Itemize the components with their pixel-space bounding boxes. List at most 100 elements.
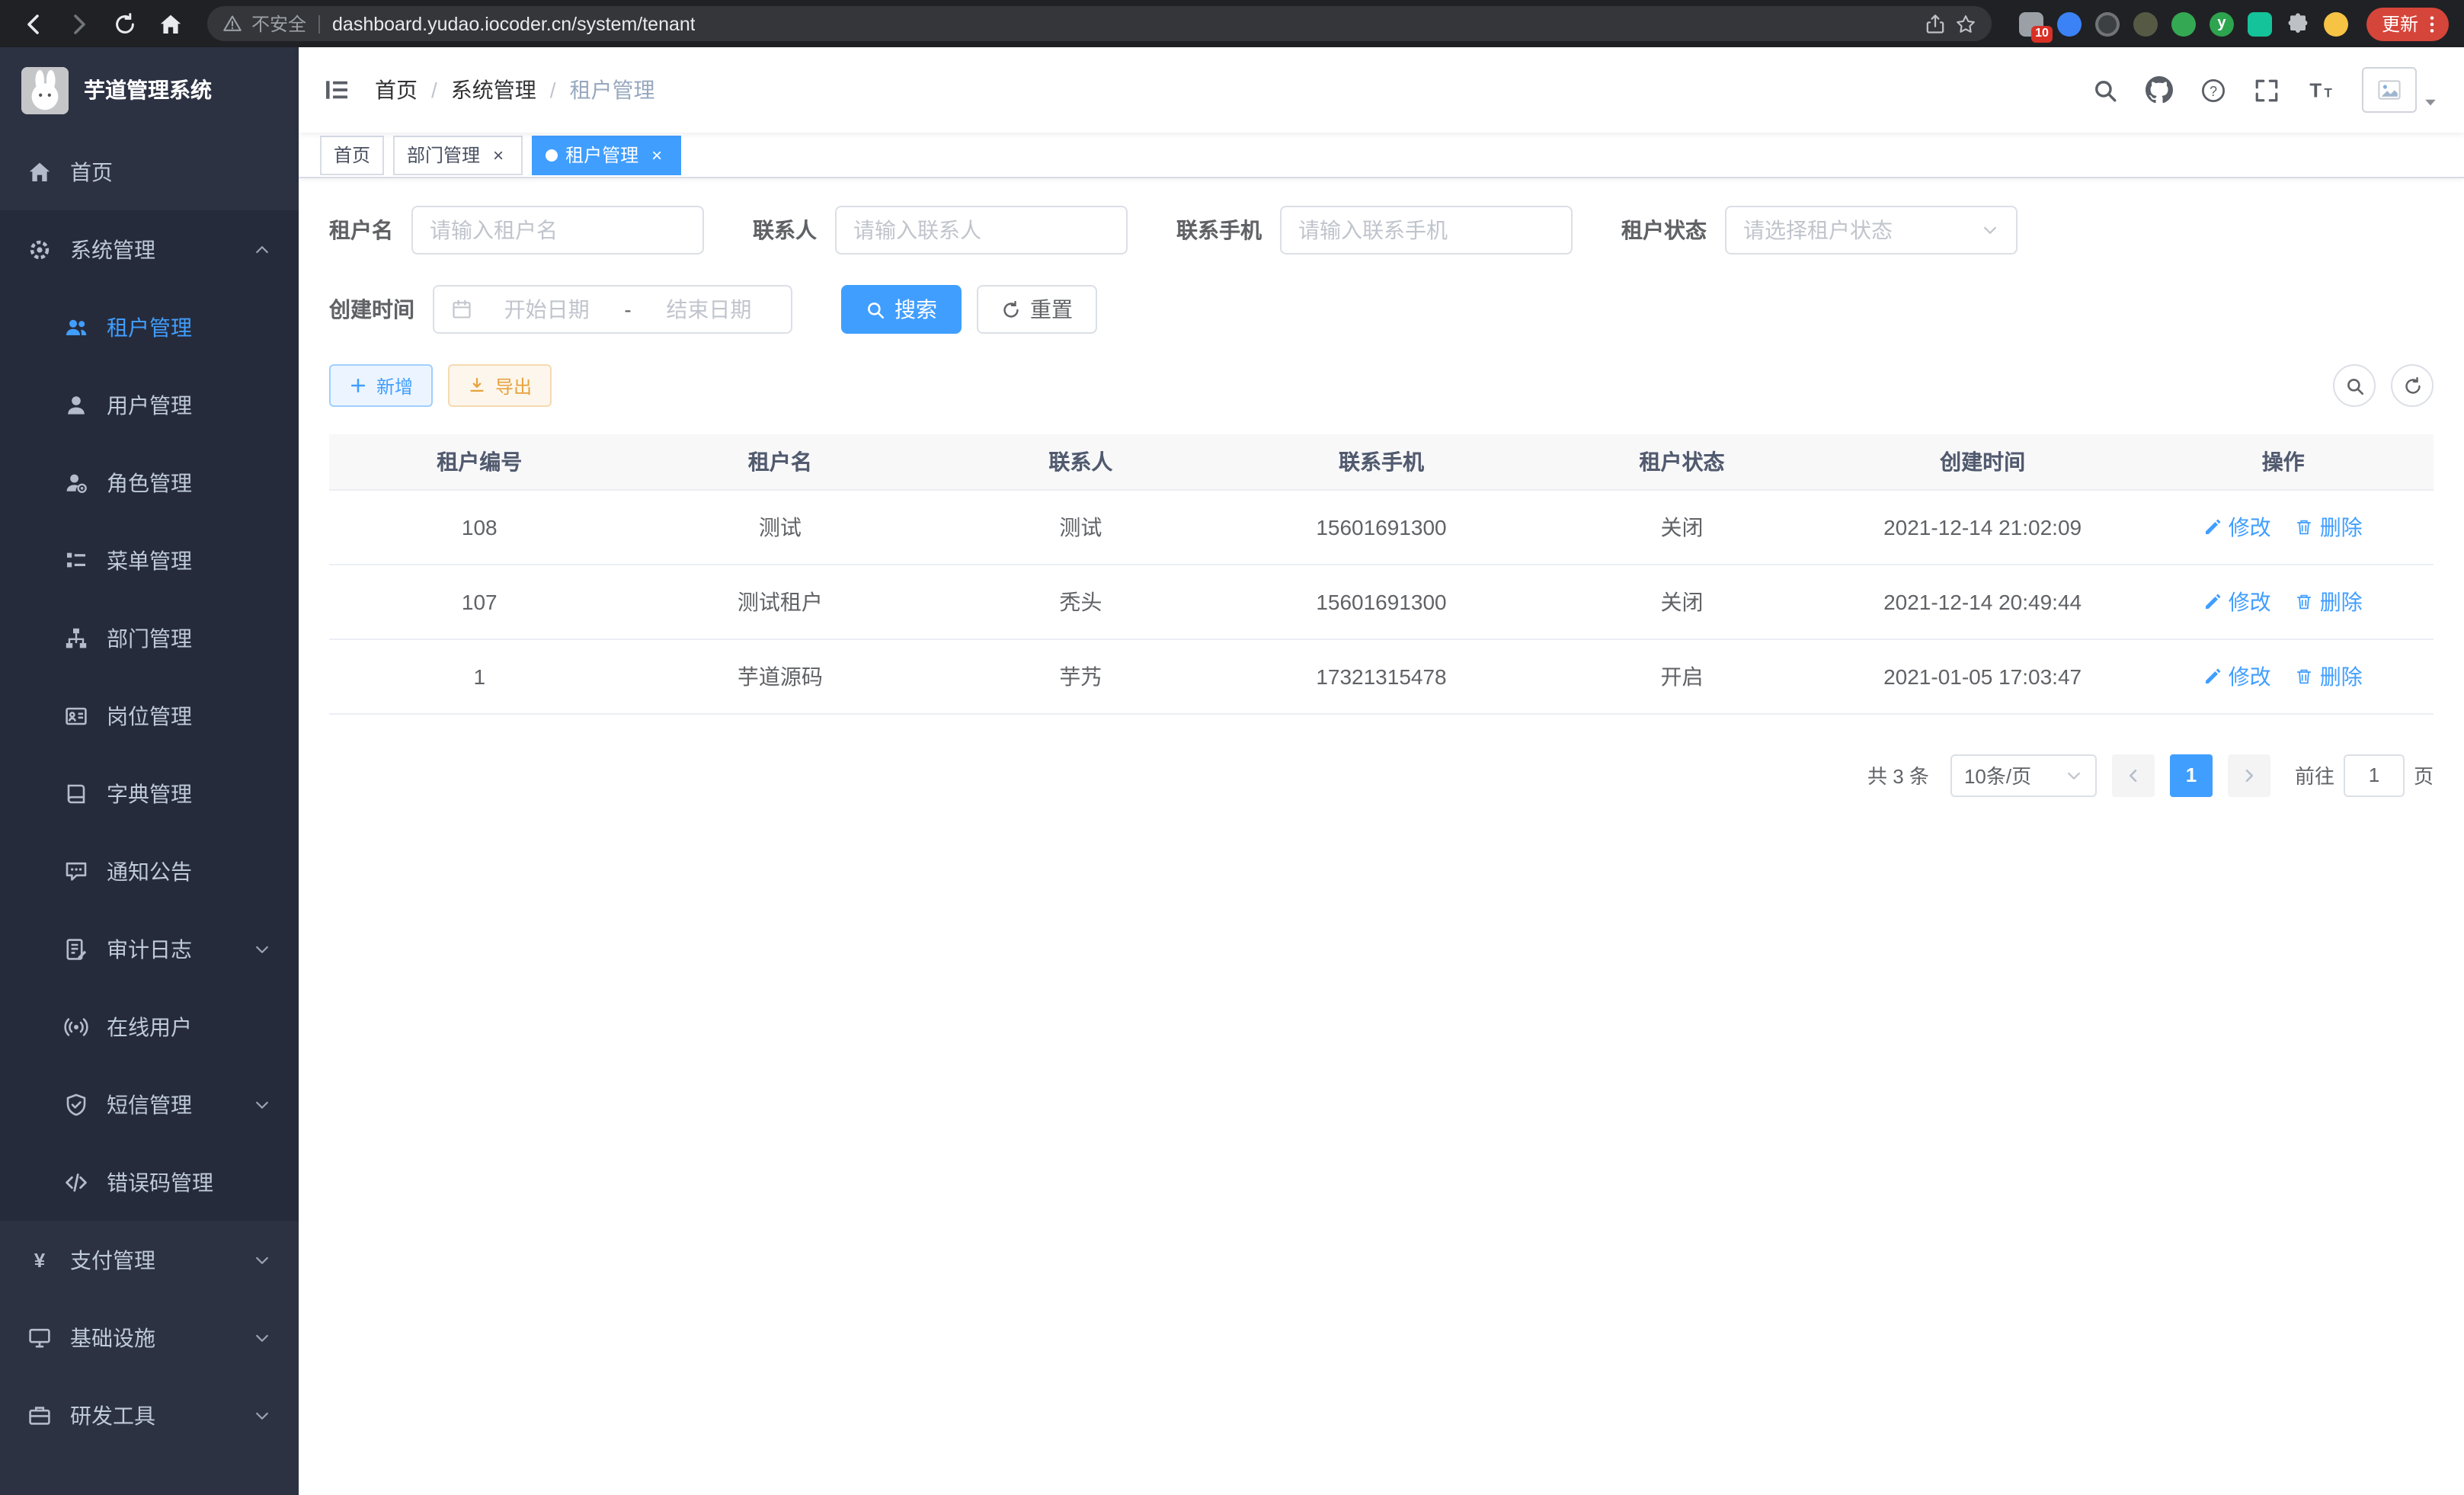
sidebar-item-label: 岗位管理 bbox=[107, 700, 192, 731]
extension-badge: 10 bbox=[2031, 25, 2053, 42]
extension-icon[interactable] bbox=[2171, 11, 2196, 36]
extensions-puzzle-icon[interactable] bbox=[2286, 11, 2310, 36]
refresh-table-button[interactable] bbox=[2391, 364, 2434, 407]
sidebar-item-label: 用户管理 bbox=[107, 389, 192, 420]
edit-link[interactable]: 修改 bbox=[2204, 586, 2271, 616]
sidebar-item-payment[interactable]: ¥ 支付管理 bbox=[0, 1221, 299, 1298]
sidebar-item-online-users[interactable]: 在线用户 bbox=[0, 988, 299, 1065]
delete-link[interactable]: 删除 bbox=[2296, 511, 2363, 542]
delete-label: 删除 bbox=[2320, 586, 2363, 616]
reset-button[interactable]: 重置 bbox=[977, 285, 1097, 334]
search-icon[interactable] bbox=[2092, 77, 2118, 103]
update-button[interactable]: 更新 bbox=[2366, 7, 2449, 40]
share-icon[interactable] bbox=[1925, 13, 1946, 34]
cell-id: 1 bbox=[329, 639, 630, 713]
bookmark-star-icon[interactable] bbox=[1955, 13, 1976, 34]
chevron-down-icon bbox=[253, 1095, 271, 1113]
cell-status: 关闭 bbox=[1531, 489, 1832, 564]
extension-icon[interactable]: 10 bbox=[2019, 11, 2043, 36]
role-icon bbox=[64, 470, 88, 495]
signal-icon bbox=[64, 1014, 88, 1039]
extension-icon[interactable]: y bbox=[2210, 11, 2234, 36]
status-select[interactable]: 请选择租户状态 bbox=[1725, 206, 2018, 255]
sidebar-item-label: 部门管理 bbox=[107, 623, 192, 653]
sidebar-item-notice[interactable]: 通知公告 bbox=[0, 832, 299, 910]
breadcrumb-home[interactable]: 首页 bbox=[375, 75, 418, 105]
browser-reload-button[interactable] bbox=[107, 5, 143, 42]
cell-name: 芋道源码 bbox=[630, 639, 931, 713]
date-range-picker[interactable]: 开始日期 - 结束日期 bbox=[433, 285, 792, 334]
sidebar-item-label: 通知公告 bbox=[107, 856, 192, 886]
delete-link[interactable]: 删除 bbox=[2296, 661, 2363, 691]
sidebar-item-home[interactable]: 首页 bbox=[0, 133, 299, 210]
user-avatar-menu[interactable] bbox=[2362, 67, 2440, 113]
extension-icon[interactable] bbox=[2248, 11, 2272, 36]
extension-icon[interactable] bbox=[2095, 11, 2120, 36]
monitor-icon bbox=[27, 1325, 52, 1349]
next-page-button[interactable] bbox=[2228, 754, 2270, 796]
sidebar-item-error-code[interactable]: 错误码管理 bbox=[0, 1143, 299, 1221]
sidebar-collapse-button[interactable] bbox=[323, 76, 350, 104]
sidebar-item-tenant[interactable]: 租户管理 bbox=[0, 288, 299, 366]
profile-avatar[interactable] bbox=[2324, 11, 2348, 36]
sidebar-item-label: 基础设施 bbox=[70, 1322, 155, 1353]
breadcrumb-current: 租户管理 bbox=[570, 75, 655, 105]
sidebar-item-sms[interactable]: 短信管理 bbox=[0, 1065, 299, 1143]
close-icon[interactable]: × bbox=[646, 144, 667, 165]
font-size-icon[interactable]: TT bbox=[2307, 76, 2334, 104]
page-size-value: 10条/页 bbox=[1964, 760, 2031, 789]
cell-contact: 芋艿 bbox=[930, 639, 1231, 713]
goto-page-input[interactable] bbox=[2344, 754, 2405, 796]
address-bar[interactable]: 不安全 dashboard.yudao.iocoder.cn/system/te… bbox=[207, 6, 1992, 41]
svg-text:?: ? bbox=[2210, 83, 2217, 98]
close-icon[interactable]: × bbox=[488, 144, 509, 165]
app-logo[interactable]: 芋道管理系统 bbox=[0, 47, 299, 133]
export-button[interactable]: 导出 bbox=[448, 364, 552, 407]
sidebar-item-label: 错误码管理 bbox=[107, 1167, 213, 1197]
browser-home-button[interactable] bbox=[152, 5, 189, 42]
mobile-input[interactable] bbox=[1298, 218, 1554, 242]
tenant-name-input[interactable] bbox=[430, 218, 686, 242]
sidebar-item-post[interactable]: 岗位管理 bbox=[0, 677, 299, 754]
edit-link[interactable]: 修改 bbox=[2204, 511, 2271, 542]
github-icon[interactable] bbox=[2146, 76, 2173, 104]
tab-dept[interactable]: 部门管理 × bbox=[393, 135, 523, 174]
sidebar-item-role[interactable]: 角色管理 bbox=[0, 443, 299, 521]
mobile-label: 联系手机 bbox=[1176, 215, 1262, 245]
browser-forward-button[interactable] bbox=[61, 5, 98, 42]
extension-icon[interactable] bbox=[2057, 11, 2082, 36]
edit-link[interactable]: 修改 bbox=[2204, 661, 2271, 691]
prev-page-button[interactable] bbox=[2112, 754, 2155, 796]
fullscreen-icon[interactable] bbox=[2254, 77, 2280, 103]
sidebar-item-user[interactable]: 用户管理 bbox=[0, 366, 299, 443]
sidebar-item-infra[interactable]: 基础设施 bbox=[0, 1298, 299, 1376]
back-icon bbox=[21, 11, 46, 36]
cell-id: 108 bbox=[329, 489, 630, 564]
sidebar-item-system[interactable]: 系统管理 bbox=[0, 210, 299, 288]
show-search-button[interactable] bbox=[2333, 364, 2376, 407]
sidebar-item-dept[interactable]: 部门管理 bbox=[0, 599, 299, 677]
edit-label: 修改 bbox=[2229, 511, 2271, 542]
extension-icon[interactable] bbox=[2133, 11, 2158, 36]
page-size-select[interactable]: 10条/页 bbox=[1950, 754, 2097, 796]
book-icon bbox=[64, 781, 88, 805]
tab-tenant[interactable]: 租户管理 × bbox=[532, 135, 681, 174]
breadcrumb-system[interactable]: 系统管理 bbox=[451, 75, 536, 105]
chevron-down-icon bbox=[253, 940, 271, 958]
sidebar-item-menu[interactable]: 菜单管理 bbox=[0, 521, 299, 599]
delete-link[interactable]: 删除 bbox=[2296, 586, 2363, 616]
col-created-at: 创建时间 bbox=[1832, 434, 2133, 489]
page-number-button[interactable]: 1 bbox=[2170, 754, 2213, 796]
tab-home[interactable]: 首页 bbox=[320, 135, 384, 174]
briefcase-icon bbox=[27, 1403, 52, 1427]
search-button[interactable]: 搜索 bbox=[841, 285, 962, 334]
sidebar-item-dev-tools[interactable]: 研发工具 bbox=[0, 1376, 299, 1454]
help-icon[interactable]: ? bbox=[2200, 77, 2226, 103]
search-button-label: 搜索 bbox=[894, 294, 937, 325]
add-button[interactable]: 新增 bbox=[329, 364, 433, 407]
user-icon bbox=[64, 392, 88, 417]
contact-input[interactable] bbox=[853, 218, 1109, 242]
browser-back-button[interactable] bbox=[15, 5, 52, 42]
sidebar-item-dict[interactable]: 字典管理 bbox=[0, 754, 299, 832]
sidebar-item-audit-log[interactable]: 审计日志 bbox=[0, 910, 299, 988]
